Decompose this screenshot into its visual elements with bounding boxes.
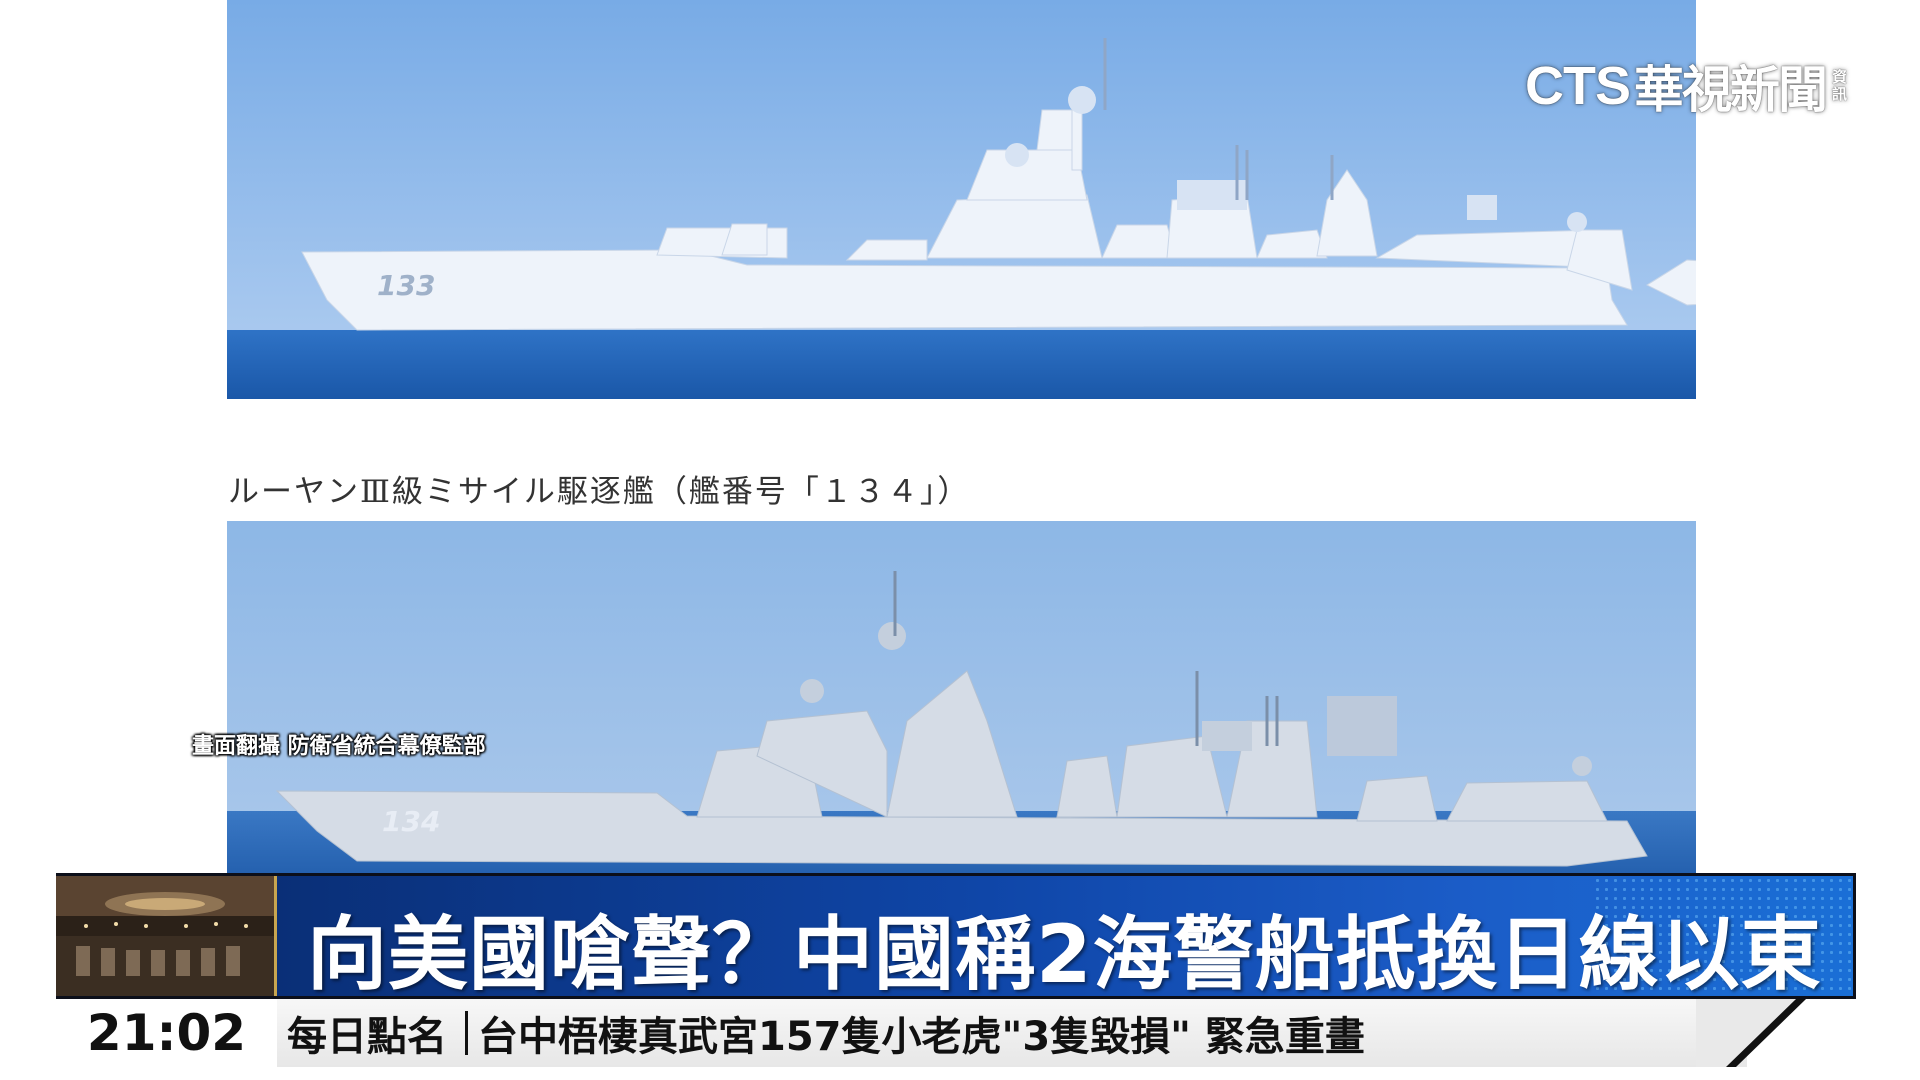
destroyer-133-photo: 133	[227, 0, 1696, 399]
headline-banner: 向美國嗆聲？中國稱2海警船抵換日線以東	[56, 873, 1856, 999]
bottom-strip	[0, 1067, 1920, 1080]
video-frame: 133 ルーヤンⅢ級ミサイル駆逐艦（艦番号「１３４」） 134 CTS 華視新聞…	[0, 0, 1920, 1080]
logo-chinese: 華視新聞	[1634, 61, 1828, 119]
ticker-divider	[465, 1011, 468, 1055]
logo-small: 資 訊	[1832, 68, 1848, 103]
ticker-tag: 每日點名	[287, 1014, 447, 1060]
ticker-end-cap	[1696, 999, 1806, 1067]
ticker-bar: 21:02 每日點名 台中梧棲真武宮157隻小老虎"3隻毀損" 緊急重畫	[56, 999, 1856, 1067]
headline-box: 向美國嗆聲？中國稱2海警船抵換日線以東	[277, 876, 1853, 996]
photo-caption: ルーヤンⅢ級ミサイル駆逐艦（艦番号「１３４」）	[228, 474, 971, 510]
destroyer-134-photo: 134	[227, 521, 1696, 873]
hull-number-134: 134	[382, 805, 440, 838]
headline-text: 向美國嗆聲？中國稱2海警船抵換日線以東	[307, 908, 1822, 996]
ticker-text: 台中梧棲真武宮157隻小老虎"3隻毀損" 緊急重畫	[478, 1014, 1365, 1060]
clock-time: 21:02	[86, 1004, 247, 1062]
image-credit: 畫面翻攝 防衛省統合幕僚監部	[192, 734, 486, 759]
logo-latin: CTS	[1525, 56, 1631, 116]
studio-thumbnail	[56, 876, 277, 996]
ticker-box: 每日點名 台中梧棲真武宮157隻小老虎"3隻毀損" 緊急重畫	[277, 999, 1747, 1067]
hull-number-133: 133	[377, 269, 435, 302]
cts-news-logo: CTS 華視新聞 資 訊	[1525, 50, 1847, 122]
clock-box: 21:02	[56, 999, 277, 1067]
